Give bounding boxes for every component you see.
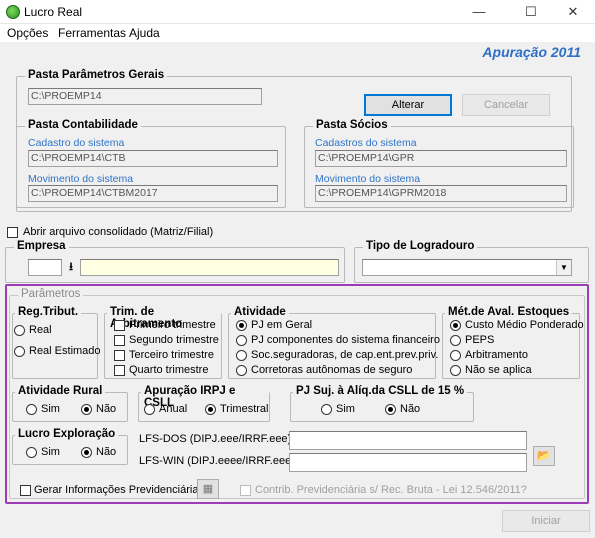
radio-pjsuj-sim[interactable]: [321, 404, 332, 415]
pj-suj-legend: PJ Suj. à Alíq.da CSLL de 15 %: [293, 385, 468, 397]
terceiro-trimestre-checkbox[interactable]: [114, 350, 125, 361]
chevron-down-icon[interactable]: ▼: [556, 260, 571, 275]
atividade-legend: Atividade: [231, 306, 289, 318]
rural-nao-label: Não: [96, 403, 117, 415]
pj-suj-group: PJ Suj. à Alíq.da CSLL de 15 %: [290, 385, 474, 422]
segundo-trimestre-label: Segundo trimestre: [129, 334, 219, 346]
pjsuj-nao-label: Não: [400, 403, 421, 415]
pjsuj-sim-label: Sim: [336, 403, 355, 415]
quarto-trimestre-checkbox[interactable]: [114, 365, 125, 376]
radio-lucro-nao[interactable]: [81, 447, 92, 458]
contabilidade-movimento-label: Movimento do sistema: [28, 173, 134, 185]
radio-pj-geral[interactable]: [236, 320, 247, 331]
cancelar-button[interactable]: Cancelar: [462, 94, 550, 116]
socios-cadastro-label: Cadastros do sistema: [315, 137, 417, 149]
lucro-nao-label: Não: [96, 446, 117, 458]
segundo-trimestre-checkbox[interactable]: [114, 335, 125, 346]
radio-pjsuj-nao[interactable]: [385, 404, 396, 415]
gerar-info-label: Gerar Informações Previdenciárias: [34, 484, 204, 496]
real-label: Real: [29, 324, 52, 336]
close-button[interactable]: ✕: [550, 0, 595, 24]
calculator-icon[interactable]: ▦: [197, 479, 219, 499]
radio-real-estimado[interactable]: [14, 346, 25, 357]
pasta-contabilidade-legend: Pasta Contabilidade: [25, 119, 141, 131]
lfs-win-label: LFS-WIN (DIPJ.eeee/IRRF.eeee): [139, 455, 301, 467]
radio-anual[interactable]: [144, 404, 155, 415]
radio-soc-seguradoras[interactable]: [236, 350, 247, 361]
radio-trimestral[interactable]: [205, 404, 216, 415]
lucro-sim-label: Sim: [41, 446, 60, 458]
menu-ajuda[interactable]: Ajuda: [129, 26, 160, 40]
pasta-socios-legend: Pasta Sócios: [313, 119, 391, 131]
socios-movimento-field[interactable]: C:\PROEMP14\GPRM2018: [315, 185, 567, 202]
contabilidade-cadastro-label: Cadastro do sistema: [28, 137, 125, 149]
folder-open-icon[interactable]: 📂: [533, 446, 555, 466]
apuracao-title: Apuração 2011: [482, 44, 581, 60]
radio-real[interactable]: [14, 325, 25, 336]
contabilidade-movimento-field[interactable]: C:\PROEMP14\CTBM2017: [28, 185, 278, 202]
atividade-rural-legend: Atividade Rural: [15, 385, 106, 397]
socios-movimento-label: Movimento do sistema: [315, 173, 421, 185]
lfs-dos-field[interactable]: [289, 431, 527, 450]
parametros-legend: Parâmetros: [18, 288, 84, 300]
pasta-parametros-legend: Pasta Parâmetros Gerais: [25, 69, 168, 81]
window-title: Lucro Real: [24, 5, 83, 19]
rural-sim-label: Sim: [41, 403, 60, 415]
radio-arbitramento[interactable]: [450, 350, 461, 361]
consolidado-label: Abrir arquivo consolidado (Matriz/Filial…: [23, 226, 214, 238]
download-arrow-icon[interactable]: ⭳: [64, 259, 78, 276]
lfs-dos-label: LFS-DOS (DIPJ.eee/IRRF.eee): [139, 433, 292, 445]
menu-bar: Opções Ferramentas Ajuda: [0, 24, 595, 42]
pj-geral-label: PJ em Geral: [251, 319, 313, 331]
consolidado-checkbox[interactable]: [7, 227, 18, 238]
minimize-button[interactable]: —: [456, 0, 502, 24]
lucro-exploracao-legend: Lucro Exploração: [15, 428, 119, 440]
terceiro-trimestre-label: Terceiro trimestre: [129, 349, 214, 361]
menu-opcoes[interactable]: Opções: [7, 26, 48, 40]
radio-pj-financeiro[interactable]: [236, 335, 247, 346]
soc-seguradoras-label: Soc.seguradoras, de cap.ent.prev.priv.: [251, 349, 439, 361]
radio-rural-nao[interactable]: [81, 404, 92, 415]
radio-peps[interactable]: [450, 335, 461, 346]
primeiro-trimestre-label: Primeiro trimestre: [129, 319, 216, 331]
corretoras-label: Corretoras autônomas de seguro: [251, 364, 413, 376]
arbitramento-label: Arbitramento: [465, 349, 528, 361]
app-icon: [6, 5, 20, 19]
gerar-info-checkbox[interactable]: [20, 485, 31, 496]
empresa-legend: Empresa: [14, 240, 69, 252]
peps-label: PEPS: [465, 334, 495, 346]
menu-ferramentas[interactable]: Ferramentas: [58, 26, 126, 40]
met-aval-legend: Mét.de Aval. Estoques: [445, 306, 573, 318]
title-bar: Lucro Real — ☐ ✕: [0, 0, 595, 24]
socios-cadastro-field[interactable]: C:\PROEMP14\GPR: [315, 150, 567, 167]
empresa-name-field[interactable]: [80, 259, 339, 276]
empresa-code-field[interactable]: [28, 259, 62, 276]
logradouro-select[interactable]: [362, 259, 572, 276]
lfs-win-field[interactable]: [289, 453, 527, 472]
maximize-button[interactable]: ☐: [508, 0, 554, 24]
radio-corretoras[interactable]: [236, 365, 247, 376]
contabilidade-cadastro-field[interactable]: C:\PROEMP14\CTB: [28, 150, 278, 167]
reg-tribut-legend: Reg.Tribut.: [15, 306, 82, 318]
radio-nao-se-aplica[interactable]: [450, 365, 461, 376]
contrib-label: Contrib. Previdenciária s/ Rec. Bruta - …: [255, 484, 527, 496]
radio-lucro-sim[interactable]: [26, 447, 37, 458]
real-estimado-label: Real Estimado: [29, 345, 101, 357]
radio-custo-medio[interactable]: [450, 320, 461, 331]
trimestral-label: Trimestral: [220, 403, 269, 415]
parametros-path-field[interactable]: C:\PROEMP14: [28, 88, 262, 105]
pj-financeiro-label: PJ componentes do sistema financeiro: [251, 334, 440, 346]
primeiro-trimestre-checkbox[interactable]: [114, 320, 125, 331]
logradouro-legend: Tipo de Logradouro: [363, 240, 478, 252]
alterar-button[interactable]: Alterar: [364, 94, 452, 116]
anual-label: Anual: [159, 403, 188, 415]
nao-se-aplica-label: Não se aplica: [465, 364, 532, 376]
iniciar-button[interactable]: Iniciar: [502, 510, 590, 532]
radio-rural-sim[interactable]: [26, 404, 37, 415]
contrib-checkbox[interactable]: [240, 485, 251, 496]
custo-medio-label: Custo Médio Ponderado: [465, 319, 584, 331]
quarto-trimestre-label: Quarto trimestre: [129, 364, 209, 376]
